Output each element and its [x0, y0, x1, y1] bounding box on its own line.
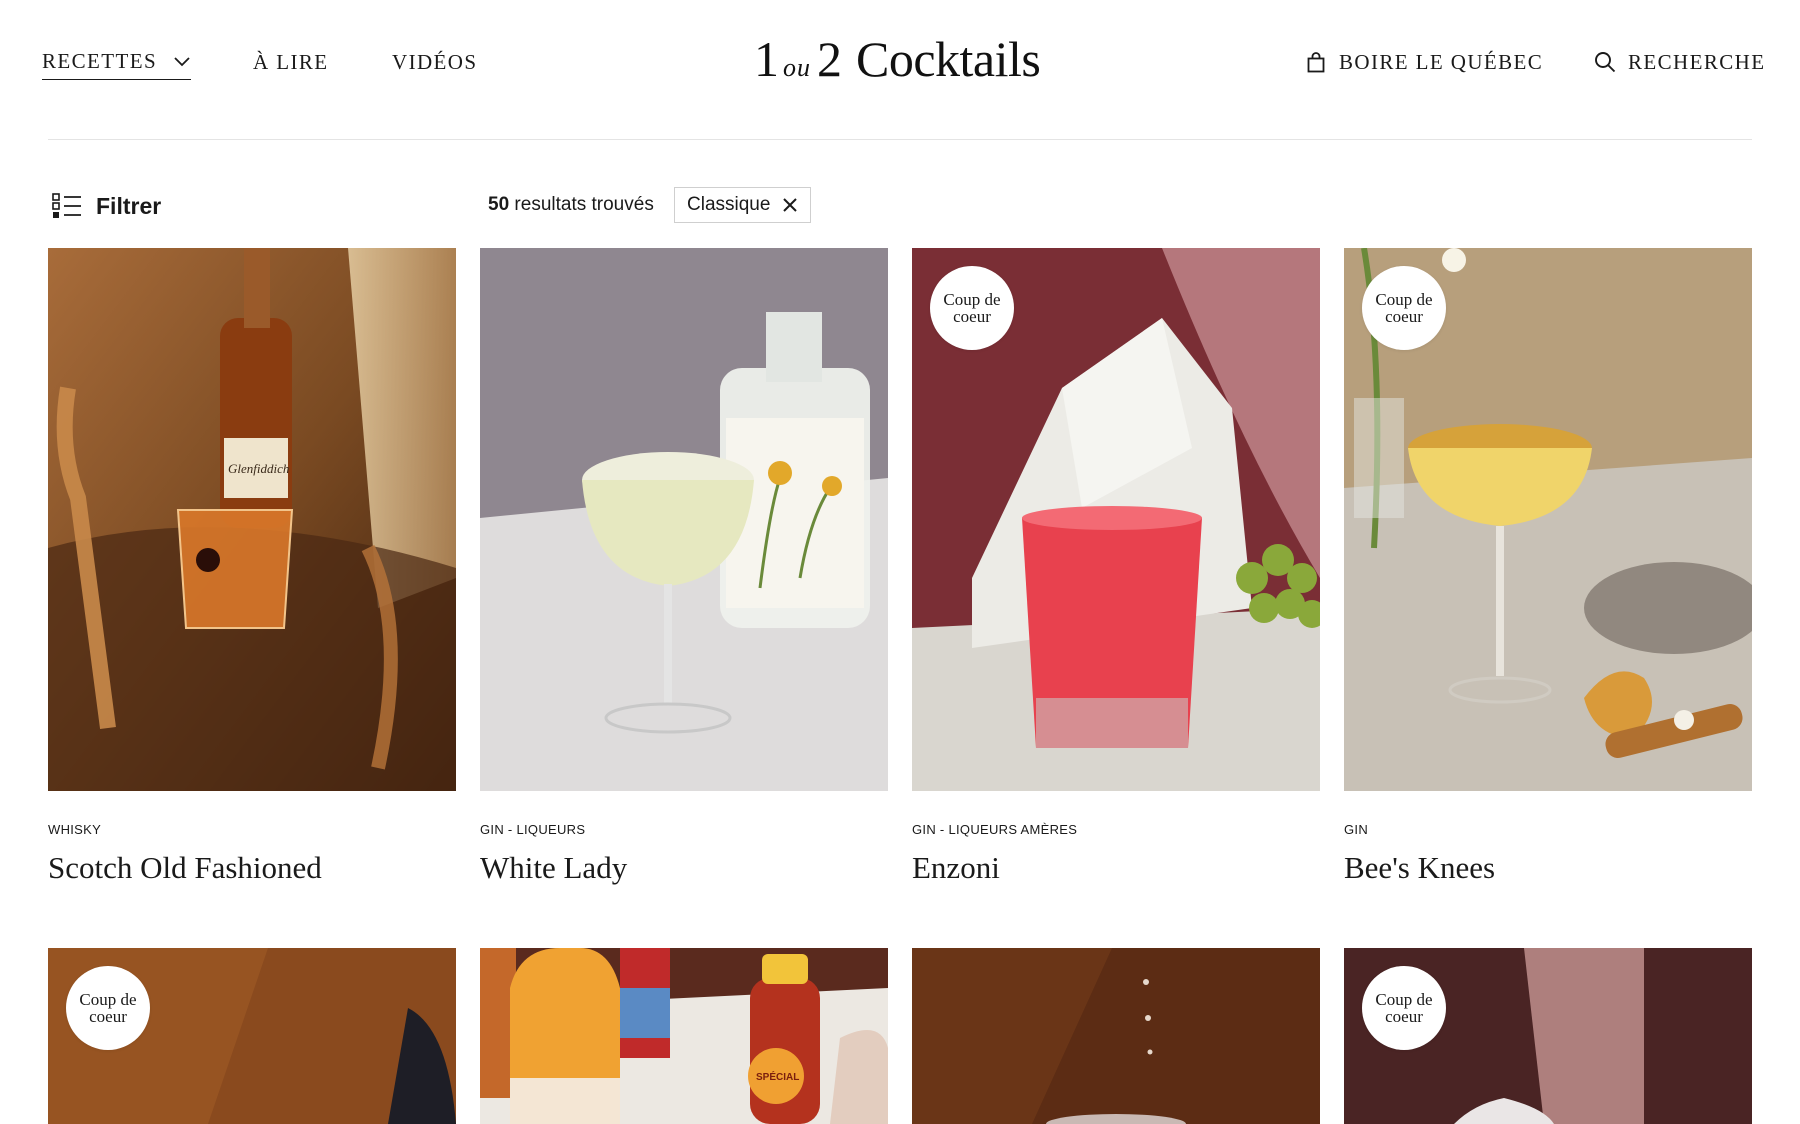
nav-videos[interactable]: VIDÉOS	[392, 48, 477, 76]
recipe-image-enzoni[interactable]: Coup de coeur	[912, 248, 1320, 791]
nav-recettes-label: RECETTES	[42, 49, 158, 73]
recipe-category: WHISKY	[48, 822, 102, 837]
results-summary: 50 resultats trouvés	[488, 194, 654, 216]
recipe-title[interactable]: Scotch Old Fashioned	[48, 850, 322, 886]
shopping-bag-icon	[1305, 51, 1327, 73]
results-count: 50	[488, 194, 510, 215]
header-divider	[48, 139, 1752, 140]
nav-recherche-label: RECHERCHE	[1628, 49, 1766, 74]
coup-de-coeur-badge: Coup de coeur	[66, 966, 150, 1050]
nav-a-lire-label: À LIRE	[253, 49, 329, 74]
coup-de-coeur-badge: Coup de coeur	[930, 266, 1014, 350]
nav-recettes[interactable]: RECETTES	[42, 48, 192, 80]
nav-videos-label: VIDÉOS	[392, 49, 478, 74]
coup-de-coeur-badge: Coup de coeur	[1362, 966, 1446, 1050]
filter-list-icon	[52, 191, 82, 221]
recipe-category: GIN	[1344, 822, 1369, 837]
special-label: SPÉCIAL	[756, 1070, 799, 1083]
chevron-down-icon	[173, 53, 191, 71]
coup-de-coeur-badge: Coup de coeur	[1362, 266, 1446, 350]
search-icon	[1594, 51, 1616, 73]
results-text: resultats trouvés	[514, 194, 654, 215]
recipe-image-row2-3[interactable]	[912, 948, 1320, 1124]
logo-two: 2	[817, 31, 842, 87]
glenfiddich-label: Glenfiddich	[228, 461, 289, 476]
recipe-category: GIN - LIQUEURS	[480, 822, 586, 837]
site-logo[interactable]: 1 ou 2 Cocktails	[754, 30, 1041, 90]
logo-word: Cocktails	[856, 31, 1041, 87]
recipe-image-old-fashioned[interactable]: Glenfiddich	[48, 248, 456, 791]
recipe-category: GIN - LIQUEURS AMÈRES	[912, 822, 1078, 837]
recipe-image-bees-knees[interactable]: Coup de coeur	[1344, 248, 1752, 791]
chip-label: Classique	[687, 194, 771, 215]
nav-recherche[interactable]: RECHERCHE	[1594, 48, 1765, 76]
recipe-title[interactable]: White Lady	[480, 850, 627, 886]
close-icon[interactable]	[782, 197, 798, 213]
logo-one: 1	[754, 31, 779, 87]
site-header: RECETTES À LIRE VIDÉOS 1 ou 2 Cocktails …	[0, 0, 1800, 140]
recipe-image-row2-1[interactable]: Coup de coeur	[48, 948, 456, 1124]
recipe-title[interactable]: Enzoni	[912, 850, 1000, 886]
nav-a-lire[interactable]: À LIRE	[253, 48, 328, 76]
filter-button[interactable]: Filtrer	[52, 190, 161, 222]
nav-boire-label: BOIRE LE QUÉBEC	[1339, 49, 1544, 74]
logo-ou: ou	[783, 53, 811, 82]
recipe-image-row2-4[interactable]: Coup de coeur	[1344, 948, 1752, 1124]
active-filter-chip[interactable]: Classique	[674, 187, 812, 223]
nav-boire-le-quebec[interactable]: BOIRE LE QUÉBEC	[1305, 48, 1543, 76]
recipe-image-row2-2[interactable]: SPÉCIAL	[480, 948, 888, 1124]
recipe-title[interactable]: Bee's Knees	[1344, 850, 1495, 886]
recipe-image-white-lady[interactable]	[480, 248, 888, 791]
filter-label: Filtrer	[96, 192, 162, 219]
